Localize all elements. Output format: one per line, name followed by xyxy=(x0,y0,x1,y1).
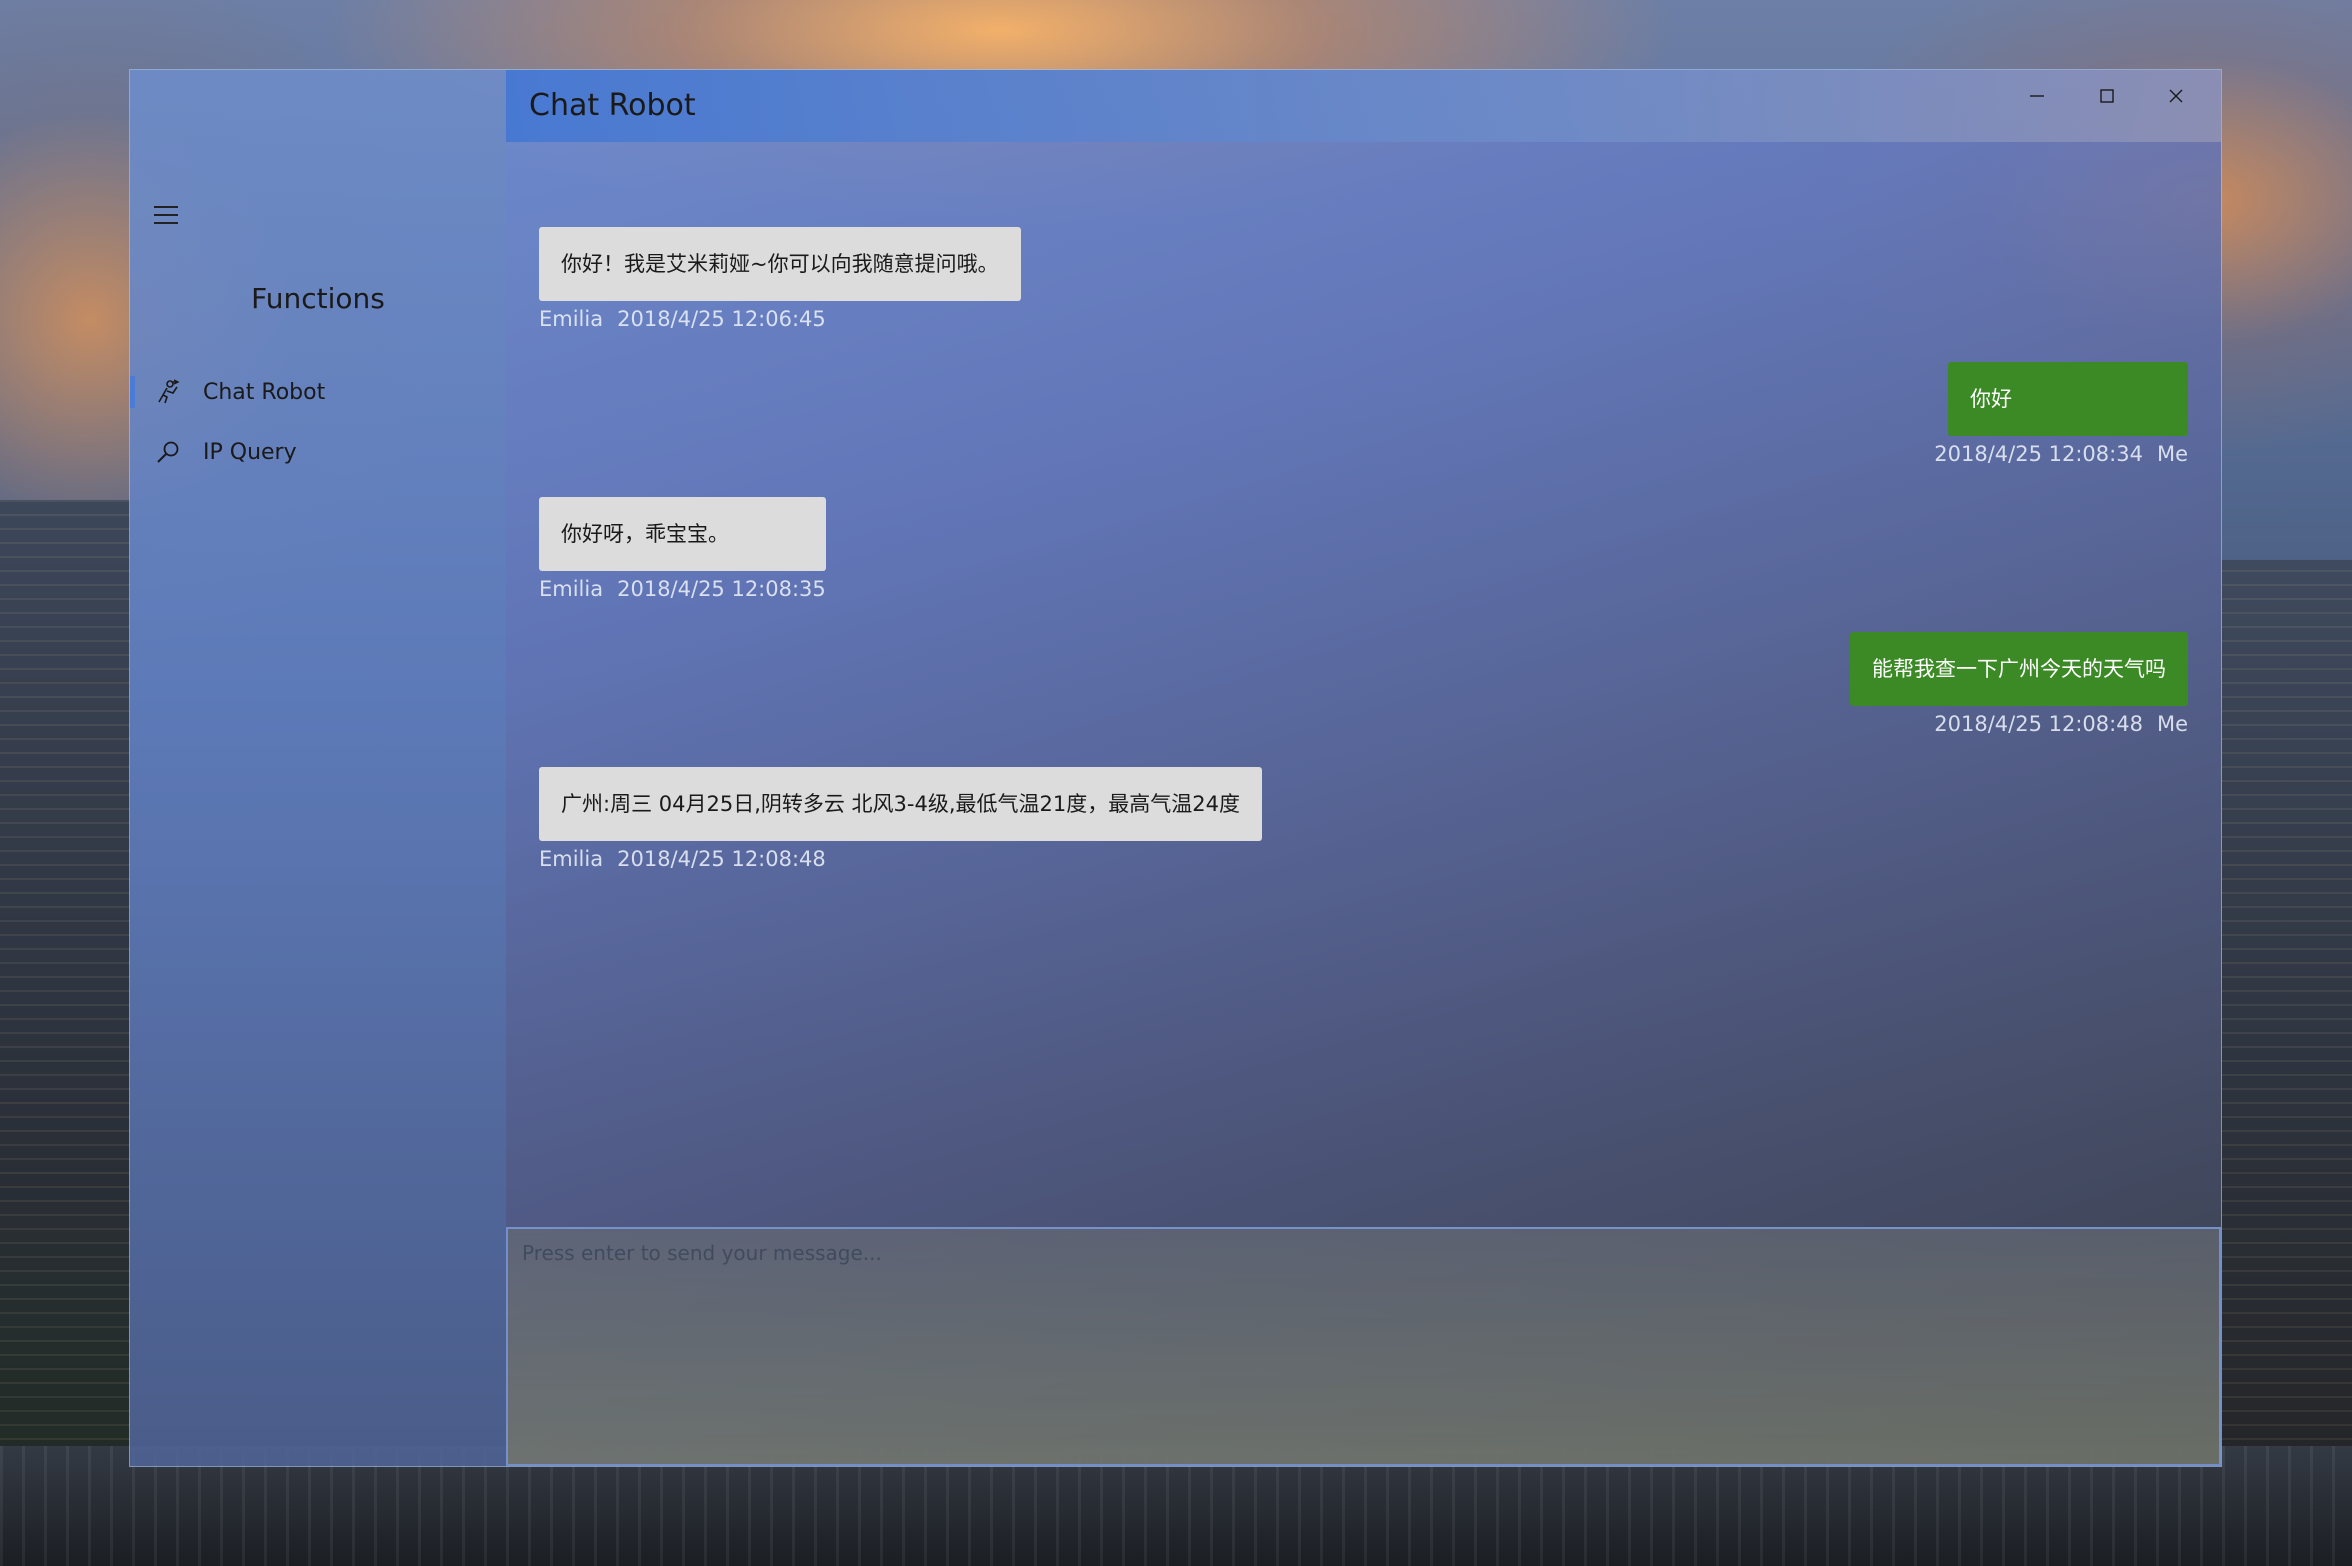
message-input-area xyxy=(506,1227,2221,1466)
message-sender: Emilia xyxy=(539,307,604,331)
bot-message-bubble: 你好！我是艾米莉娅~你可以向我随意提问哦。 xyxy=(539,227,1021,301)
maximize-icon xyxy=(2099,88,2115,108)
user-message-bubble: 你好 xyxy=(1948,362,2188,436)
title-bar: Chat Robot xyxy=(506,70,2221,142)
message-timestamp: 2018/4/25 12:08:35 xyxy=(617,577,826,601)
bot-message-bubble: 你好呀，乖宝宝。 xyxy=(539,497,826,571)
message-meta: Emilia 2018/4/25 12:06:45 xyxy=(539,307,1021,331)
message-meta: Emilia 2018/4/25 12:08:48 xyxy=(539,847,1262,871)
message-timestamp: 2018/4/25 12:06:45 xyxy=(617,307,826,331)
background-cityscape-left xyxy=(0,500,130,1566)
sidebar-title: Functions xyxy=(251,282,385,315)
user-message-bubble: 能帮我查一下广州今天的天气吗 xyxy=(1850,632,2188,706)
message-item: 你好 2018/4/25 12:08:34 Me xyxy=(1934,362,2188,466)
message-item: 你好！我是艾米莉娅~你可以向我随意提问哦。 Emilia 2018/4/25 12… xyxy=(539,227,1021,331)
minimize-button[interactable] xyxy=(2004,74,2070,122)
message-input[interactable] xyxy=(508,1229,2219,1464)
message-sender: Emilia xyxy=(539,577,604,601)
message-item: 能帮我查一下广州今天的天气吗 2018/4/25 12:08:48 Me xyxy=(1850,632,2188,736)
close-button[interactable] xyxy=(2143,74,2209,122)
message-sender: Emilia xyxy=(539,847,604,871)
window-title: Chat Robot xyxy=(529,88,696,123)
minimize-icon xyxy=(2029,88,2045,108)
selected-indicator xyxy=(130,376,135,408)
message-sender: Me xyxy=(2156,712,2188,736)
close-icon xyxy=(2168,88,2184,108)
sidebar-item-ip-query[interactable]: IP Query xyxy=(130,424,506,480)
message-timestamp: 2018/4/25 12:08:48 xyxy=(617,847,826,871)
message-sender: Me xyxy=(2156,442,2188,466)
main-panel: Chat Robot 你好！我是艾米莉娅~你可以向我随意提问哦。 Emilia … xyxy=(506,70,2221,1466)
bot-message-bubble: 广州:周三 04月25日,阴转多云 北风3-4级,最低气温21度，最高气温24度 xyxy=(539,767,1262,841)
message-timestamp: 2018/4/25 12:08:34 xyxy=(1934,442,2143,466)
hamburger-icon[interactable] xyxy=(154,206,178,224)
message-meta: Emilia 2018/4/25 12:08:35 xyxy=(539,577,826,601)
sidebar: Functions Chat Robot IP Query xyxy=(130,70,506,1466)
message-item: 广州:周三 04月25日,阴转多云 北风3-4级,最低气温21度，最高气温24度… xyxy=(539,767,1262,871)
sidebar-item-label: Chat Robot xyxy=(203,379,326,405)
sidebar-item-label: IP Query xyxy=(203,439,297,465)
background-cityscape-right xyxy=(2222,560,2352,1566)
search-icon xyxy=(154,438,182,466)
message-meta: 2018/4/25 12:08:34 Me xyxy=(1934,442,2188,466)
app-window: Functions Chat Robot IP Query Chat Robot… xyxy=(129,69,2222,1467)
maximize-button[interactable] xyxy=(2074,74,2140,122)
message-timestamp: 2018/4/25 12:08:48 xyxy=(1934,712,2143,736)
sidebar-item-chat-robot[interactable]: Chat Robot xyxy=(130,364,506,420)
message-item: 你好呀，乖宝宝。 Emilia 2018/4/25 12:08:35 xyxy=(539,497,826,601)
chat-robot-icon xyxy=(154,378,182,406)
chat-message-list: 你好！我是艾米莉娅~你可以向我随意提问哦。 Emilia 2018/4/25 12… xyxy=(506,142,2221,1297)
message-meta: 2018/4/25 12:08:48 Me xyxy=(1850,712,2188,736)
